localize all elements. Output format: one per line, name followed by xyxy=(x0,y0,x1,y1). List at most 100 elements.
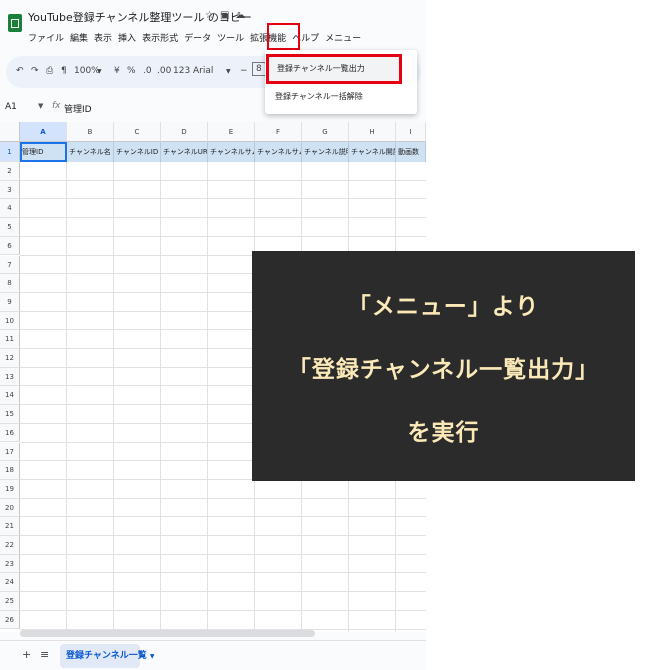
increase-decimal-button[interactable]: .00 xyxy=(157,66,171,76)
fx-icon: fx xyxy=(52,101,61,111)
row-gridline xyxy=(20,535,426,536)
column-header-c[interactable]: C xyxy=(114,122,161,142)
menu-custom[interactable]: メニュー xyxy=(325,34,361,44)
font-size-input[interactable]: 8 xyxy=(252,62,266,76)
row-gridline xyxy=(20,591,426,593)
row-gridline xyxy=(20,553,426,555)
row-number[interactable]: 4 xyxy=(0,199,20,219)
row-number[interactable]: 10 xyxy=(0,311,20,331)
row-number[interactable]: 7 xyxy=(0,255,20,275)
name-box[interactable]: A1 xyxy=(5,102,17,112)
undo-icon[interactable]: ↶ xyxy=(16,66,24,76)
row-number[interactable]: 24 xyxy=(0,573,20,593)
sheet-tab-label: 登録チャンネル一覧 xyxy=(66,651,147,661)
font-caret-icon[interactable]: ▼ xyxy=(226,68,231,75)
row-number[interactable]: 22 xyxy=(0,536,20,555)
row-number[interactable]: 15 xyxy=(0,405,20,424)
menu-insert[interactable]: 挿入 xyxy=(118,34,136,44)
sheet-bar: + ≡ 登録チャンネル一覧 ▼ xyxy=(0,640,426,670)
row-gridline xyxy=(20,235,426,237)
row-number[interactable]: 12 xyxy=(0,349,20,368)
percent-button[interactable]: % xyxy=(127,66,136,76)
header-cell-channel-description[interactable]: チャンネル説明 xyxy=(302,142,349,162)
row-number[interactable]: 13 xyxy=(0,367,20,387)
sheet-tab-active[interactable]: 登録チャンネル一覧 ▼ xyxy=(60,644,155,668)
column-header-d[interactable]: D xyxy=(161,122,208,142)
font-size-decrease-button[interactable]: − xyxy=(240,66,248,76)
zoom-select[interactable]: 100% xyxy=(74,66,100,76)
decrease-decimal-button[interactable]: .0 xyxy=(143,66,152,76)
header-cell-channel-name[interactable]: チャンネル名 xyxy=(67,142,114,162)
column-gridline xyxy=(160,162,161,632)
number-format-button[interactable]: 123 xyxy=(173,66,190,76)
menu-tools[interactable]: ツール xyxy=(217,34,244,44)
zoom-caret-icon[interactable]: ▼ xyxy=(97,68,102,75)
menu-edit[interactable]: 編集 xyxy=(70,34,88,44)
row-number[interactable]: 26 xyxy=(0,610,20,630)
row-number[interactable]: 16 xyxy=(0,423,20,443)
row-number[interactable]: 6 xyxy=(0,236,20,256)
menu-data[interactable]: データ xyxy=(184,34,211,44)
column-gridline xyxy=(207,162,208,632)
column-gridline xyxy=(113,162,114,632)
column-header-h[interactable]: H xyxy=(349,122,396,142)
row-number[interactable]: 3 xyxy=(0,180,20,200)
row-number[interactable]: 23 xyxy=(0,554,20,574)
column-header-f[interactable]: F xyxy=(255,122,302,142)
select-all-corner[interactable] xyxy=(0,122,20,142)
row-gridline xyxy=(20,198,426,200)
all-sheets-menu-icon[interactable]: ≡ xyxy=(40,648,49,661)
menu-item-export-channel-list[interactable]: 登録チャンネル一覧出力 xyxy=(266,54,402,84)
horizontal-scrollbar[interactable] xyxy=(20,630,315,637)
menu-bar: ファイル 編集 表示 挿入 表示形式 データ ツール 拡張機能 ヘルプ メニュー xyxy=(28,31,367,47)
row-number[interactable]: 14 xyxy=(0,386,20,406)
column-header-g[interactable]: G xyxy=(302,122,349,142)
row-number[interactable]: 9 xyxy=(0,292,20,312)
active-cell-selection xyxy=(20,142,67,162)
row-number[interactable]: 5 xyxy=(0,218,20,237)
star-icon[interactable]: ☆ xyxy=(205,10,214,21)
title-icons: ☆ ▣ ☁ xyxy=(205,10,251,21)
redo-icon[interactable]: ↷ xyxy=(31,66,39,76)
add-sheet-button[interactable]: + xyxy=(22,648,31,661)
row-number[interactable]: 17 xyxy=(0,442,20,462)
row-number[interactable]: 19 xyxy=(0,479,20,499)
row-number[interactable]: 2 xyxy=(0,162,20,181)
currency-button[interactable]: ¥ xyxy=(114,66,120,76)
row-number[interactable]: 1 xyxy=(0,142,20,162)
menu-file[interactable]: ファイル xyxy=(28,34,64,44)
row-number[interactable]: 8 xyxy=(0,274,20,293)
sheets-logo-icon[interactable] xyxy=(8,14,22,32)
column-header-b[interactable]: B xyxy=(67,122,114,142)
name-box-caret-icon[interactable]: ▼ xyxy=(38,102,43,110)
row-number[interactable]: 20 xyxy=(0,498,20,518)
row-gridline xyxy=(20,609,426,611)
menu-view[interactable]: 表示 xyxy=(94,34,112,44)
header-cell-channel-url[interactable]: チャンネルURL xyxy=(161,142,208,162)
column-header-a[interactable]: A xyxy=(20,122,67,142)
header-cell-video-count[interactable]: 動画数 xyxy=(396,142,426,162)
print-icon[interactable]: ⎙ xyxy=(46,66,53,76)
column-header-i[interactable]: I xyxy=(396,122,426,142)
sheet-tab-caret-icon[interactable]: ▼ xyxy=(150,653,155,660)
formula-input[interactable]: 管理ID xyxy=(64,102,92,115)
row-number[interactable]: 25 xyxy=(0,592,20,611)
header-cell-channel-created[interactable]: チャンネル開設日 xyxy=(349,142,396,162)
instruction-line-3: を実行 xyxy=(407,420,480,446)
instruction-line-1: 「メニュー」より xyxy=(347,294,540,320)
cloud-icon[interactable]: ☁ xyxy=(235,10,245,21)
paint-format-icon[interactable]: ¶ xyxy=(61,66,67,76)
folder-icon[interactable]: ▣ xyxy=(220,10,229,21)
row-number[interactable]: 18 xyxy=(0,461,20,480)
row-gridline xyxy=(20,516,426,518)
row-number[interactable]: 11 xyxy=(0,330,20,349)
font-select[interactable]: Arial xyxy=(193,66,213,76)
menu-format[interactable]: 表示形式 xyxy=(142,34,178,44)
column-header-e[interactable]: E xyxy=(208,122,255,142)
row-number[interactable]: 21 xyxy=(0,517,20,536)
header-cell-channel-thumbnail-2[interactable]: チャンネルサムネイル xyxy=(255,142,302,162)
header-cell-channel-id[interactable]: チャンネルID xyxy=(114,142,161,162)
instruction-line-2: 「登録チャンネル一覧出力」 xyxy=(287,357,600,383)
header-cell-channel-thumbnail-1[interactable]: チャンネルサムネイル xyxy=(208,142,255,162)
menu-item-bulk-unsubscribe[interactable]: 登録チャンネル一括解除 xyxy=(275,91,363,102)
